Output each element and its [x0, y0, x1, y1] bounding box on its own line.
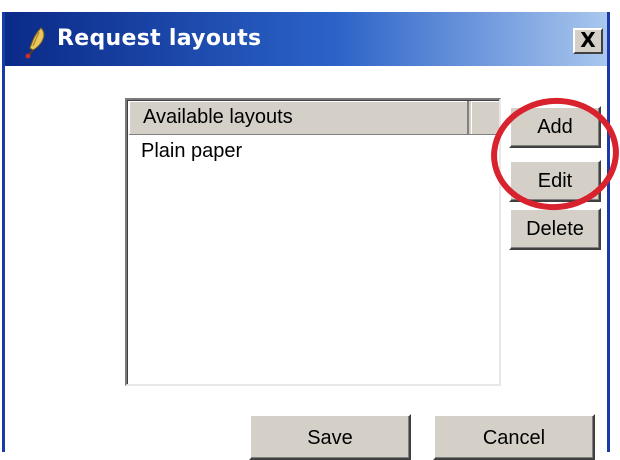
window-title: Request layouts	[57, 26, 262, 51]
title-bar[interactable]: Request layouts X	[5, 12, 607, 66]
edit-button[interactable]: Edit	[509, 160, 601, 202]
close-button[interactable]: X	[573, 28, 603, 54]
request-layouts-dialog: Request layouts X Available layouts Plai…	[2, 12, 620, 460]
list-header: Available layouts	[129, 101, 499, 135]
delete-button[interactable]: Delete	[509, 208, 601, 250]
column-header-filler	[471, 101, 499, 134]
save-button[interactable]: Save	[249, 414, 411, 460]
close-icon: X	[580, 28, 596, 52]
feather-quill-icon	[21, 26, 49, 60]
add-button[interactable]: Add	[509, 106, 601, 148]
list-item[interactable]: Plain paper	[141, 140, 242, 163]
layouts-listbox[interactable]: Available layouts Plain paper	[125, 98, 501, 386]
column-header-available-layouts[interactable]: Available layouts	[129, 101, 469, 134]
cancel-button[interactable]: Cancel	[433, 414, 595, 460]
